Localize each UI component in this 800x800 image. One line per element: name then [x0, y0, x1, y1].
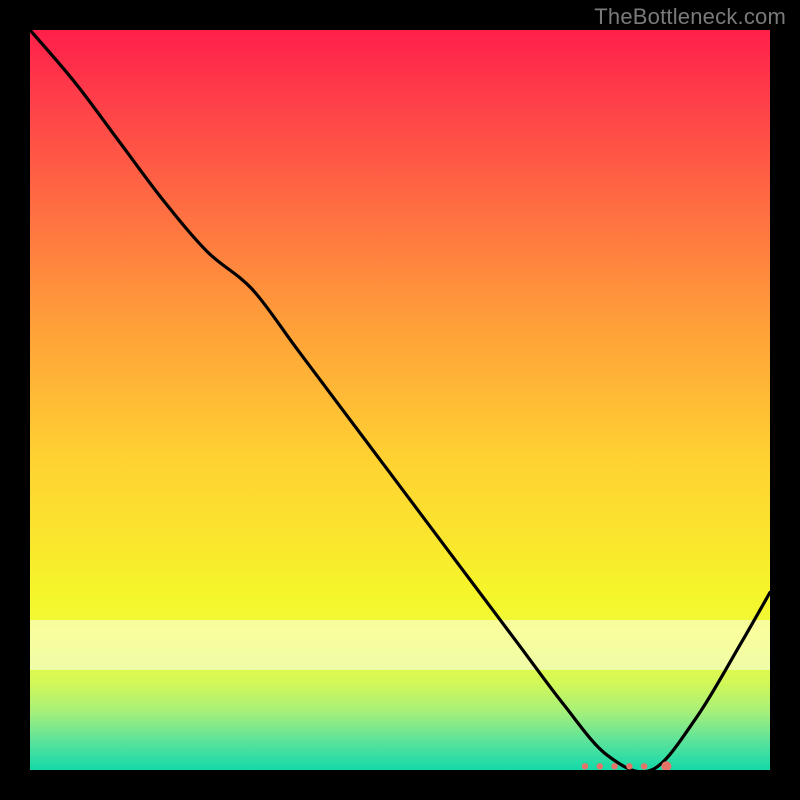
baseline-dot [597, 763, 603, 769]
curve-layer [30, 30, 770, 770]
watermark-text: TheBottleneck.com [594, 4, 786, 30]
baseline-dot [641, 763, 647, 769]
plot-area [30, 30, 770, 770]
baseline-dot [626, 763, 632, 769]
chart-frame: TheBottleneck.com [0, 0, 800, 800]
baseline-dot [582, 763, 588, 769]
baseline-dot [611, 763, 617, 769]
bottleneck-curve [30, 30, 770, 770]
